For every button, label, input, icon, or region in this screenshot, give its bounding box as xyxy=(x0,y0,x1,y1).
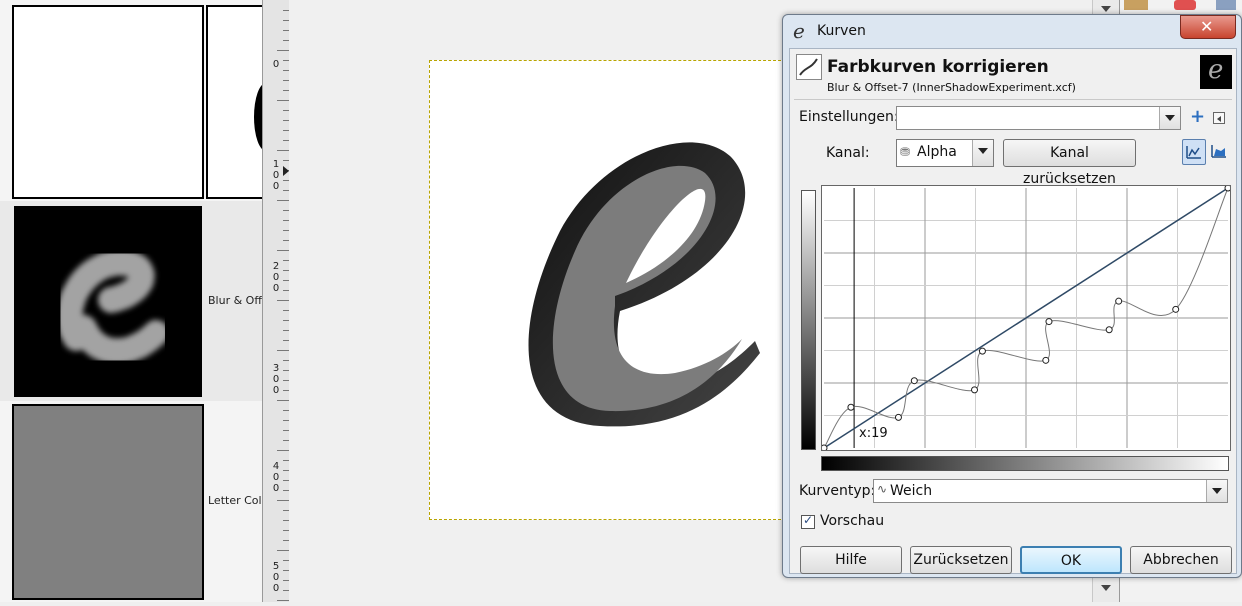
preview-checkbox[interactable]: ✓ xyxy=(801,513,815,529)
layer-name-label: Blur & Offset-7 xyxy=(208,294,262,307)
curve-control-point[interactable] xyxy=(1115,297,1123,305)
ruler-mark-digit: 1 xyxy=(272,159,280,170)
curve-control-point[interactable] xyxy=(1224,184,1232,192)
layer-thumbnail-gray[interactable] xyxy=(12,404,204,600)
chevron-down-icon[interactable] xyxy=(1206,480,1227,502)
curve-plot[interactable] xyxy=(820,184,1232,452)
chevron-down-icon[interactable] xyxy=(972,140,993,166)
cancel-button[interactable]: Abbrechen xyxy=(1130,546,1232,574)
ruler-tick xyxy=(277,550,289,551)
curve-graph[interactable]: x:19 xyxy=(820,184,1232,452)
curve-control-point[interactable] xyxy=(1042,356,1050,364)
3d-letter-e-image xyxy=(528,142,760,427)
ruler-mark-digit: 0 xyxy=(272,483,280,494)
ruler-mark-digit: 0 xyxy=(272,385,280,396)
channel-combo[interactable]: ⛃ Alpha xyxy=(896,139,994,167)
add-preset-icon[interactable]: + xyxy=(1190,108,1205,126)
ruler-mark-digit: 2 xyxy=(272,261,280,272)
dialog-subheading: Blur & Offset-7 (InnerShadowExperiment.x… xyxy=(827,81,1076,94)
ruler-tick xyxy=(277,50,289,51)
ruler-mark-digit: 0 xyxy=(272,59,280,70)
ruler-tick xyxy=(277,600,289,601)
layer-name-label: Letter Color xyxy=(208,494,262,507)
ruler-tick xyxy=(277,450,289,451)
ruler-mark-digit: 0 xyxy=(272,374,280,385)
settings-combo[interactable] xyxy=(896,106,1181,130)
reset-button[interactable]: Zurücksetzen xyxy=(910,546,1012,574)
layer-thumbnail-white[interactable] xyxy=(12,5,204,199)
curve-control-point[interactable] xyxy=(894,413,902,421)
preview-label: Vorschau xyxy=(820,513,885,529)
image-canvas[interactable] xyxy=(429,60,791,520)
smooth-curve-icon: ∿ xyxy=(877,482,888,496)
dialog-body: Farbkurven korrigieren Blur & Offset-7 (… xyxy=(789,48,1237,574)
alpha-channel-icon: ⛃ xyxy=(900,145,911,159)
settings-label: Einstellungen: xyxy=(799,109,899,125)
curve-type-value: Weich xyxy=(890,483,933,499)
ruler-mark-digit: 0 xyxy=(272,170,280,181)
channel-label: Kanal: xyxy=(826,145,870,161)
vertical-gradient-bar xyxy=(801,190,816,450)
vertical-ruler[interactable]: 0100200300400500 xyxy=(262,0,290,602)
ok-button[interactable]: OK xyxy=(1020,546,1122,574)
reset-channel-button[interactable]: Kanal zurücksetzen xyxy=(1003,139,1136,187)
curve-control-point[interactable] xyxy=(1045,318,1053,326)
layer-preview-icon: e xyxy=(1200,55,1232,89)
linear-histogram-icon[interactable] xyxy=(1182,139,1206,165)
curve-control-point[interactable] xyxy=(820,444,828,452)
chevron-down-icon[interactable] xyxy=(1159,107,1180,129)
ruler-tick xyxy=(277,100,289,101)
help-button[interactable]: Hilfe xyxy=(800,546,902,574)
ruler-mark-digit: 0 xyxy=(272,283,280,294)
curve-control-point[interactable] xyxy=(978,347,986,355)
checkmark-icon: ✓ xyxy=(803,513,814,527)
ruler-mark-digit: 4 xyxy=(272,461,280,472)
blur-e-icon xyxy=(56,249,169,365)
ruler-tick xyxy=(277,200,289,201)
curve-control-point[interactable] xyxy=(1105,326,1113,334)
curve-control-point[interactable] xyxy=(910,377,918,385)
layer-thumbnail-blur[interactable] xyxy=(14,206,202,397)
ruler-mark-digit: 0 xyxy=(272,181,280,192)
ruler-tick xyxy=(277,150,289,151)
x-coordinate-readout: x:19 xyxy=(859,426,888,441)
ruler-mark-digit: 0 xyxy=(272,272,280,283)
curve-control-point[interactable] xyxy=(847,403,855,411)
curve-type-combo[interactable]: ∿ Weich xyxy=(873,479,1228,503)
curve-type-label: Kurventyp: xyxy=(799,483,876,499)
curve-control-point[interactable] xyxy=(971,386,979,394)
ruler-mark-digit: 0 xyxy=(272,472,280,483)
curve-control-point[interactable] xyxy=(1172,305,1180,313)
layer-mask-thumbnail[interactable] xyxy=(206,5,262,199)
tool-icons-partial xyxy=(1124,0,1236,10)
ruler-mark-digit: 5 xyxy=(272,561,280,572)
ruler-tick xyxy=(277,500,289,501)
separator xyxy=(794,99,1232,100)
ruler-mark-digit: 0 xyxy=(272,583,280,594)
window-title: Kurven xyxy=(817,23,866,39)
horizontal-gradient-bar xyxy=(821,456,1229,471)
preset-menu-icon[interactable] xyxy=(1213,112,1225,124)
e-letter-partial-icon xyxy=(254,84,262,150)
dialog-titlebar[interactable]: e Kurven ✕ xyxy=(783,15,1241,47)
ruler-mark-digit: 3 xyxy=(272,363,280,374)
close-button[interactable]: ✕ xyxy=(1180,15,1236,39)
close-icon: ✕ xyxy=(1200,17,1214,36)
gimp-app-icon: e xyxy=(793,19,805,43)
ruler-mark-digit: 0 xyxy=(272,572,280,583)
ruler-tick xyxy=(277,250,289,251)
curves-dialog[interactable]: e Kurven ✕ Farbkurven korrigieren Blur &… xyxy=(782,14,1242,578)
layers-panel: Blur & Offset-7 Letter Color xyxy=(0,0,262,602)
curves-tool-icon xyxy=(796,54,822,80)
ruler-tick xyxy=(277,400,289,401)
log-histogram-icon[interactable] xyxy=(1208,139,1230,163)
channel-value: Alpha xyxy=(917,144,957,160)
ruler-tick xyxy=(277,300,289,301)
ruler-tick xyxy=(277,350,289,351)
dialog-heading: Farbkurven korrigieren xyxy=(827,57,1049,77)
